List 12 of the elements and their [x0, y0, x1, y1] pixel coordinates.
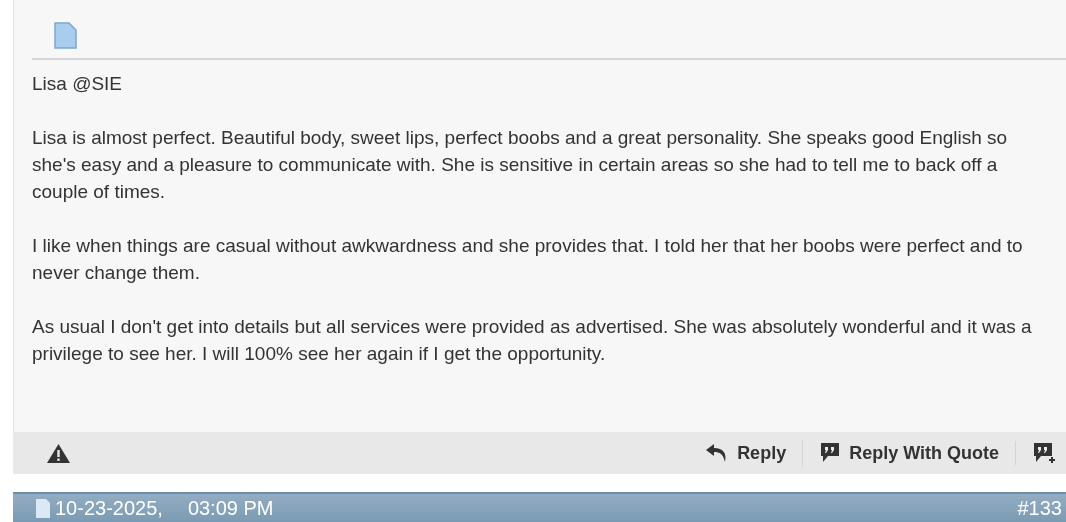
- post-date: 10-23-2025,: [55, 496, 163, 521]
- post-paragraph: I like when things are casual without awkwardness and she provides that. I told her that her boobs were perfect and to never change them.: [32, 234, 1024, 285]
- reply-button[interactable]: Reply: [689, 439, 803, 467]
- post-time: 03:09 PM: [187, 496, 274, 521]
- post-title: Lisa @SIE: [32, 72, 124, 96]
- document-icon: [53, 22, 77, 49]
- document-icon: [35, 498, 51, 518]
- post-paragraph: As usual I don't get into details but all services were provided as advertised. She was absolutely wonderful and it was a privilege to see her. I will 100% see her again if I get the opportunity.: [32, 315, 1033, 366]
- post-paragraph: Lisa is almost perfect. Beautiful body, sweet lips, perfect boobs and a great personality. She speaks good English so she's easy and a pleasure to communicate with. She is sensitive in certain areas so she had to tell me to back off a couple of times.: [32, 126, 1009, 204]
- multi-quote-icon: [1032, 441, 1058, 465]
- reply-with-quote-button[interactable]: Reply With Quote: [802, 439, 1015, 467]
- warning-icon[interactable]: [46, 442, 71, 464]
